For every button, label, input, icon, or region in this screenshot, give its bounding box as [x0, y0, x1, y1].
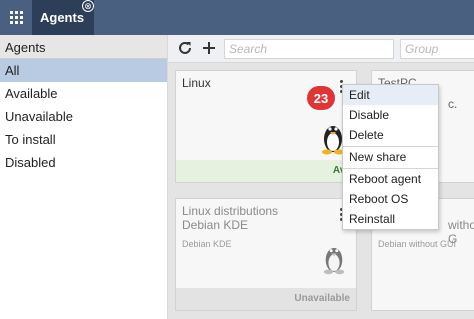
status-bar: Unavailable — [176, 288, 356, 310]
sidebar-item-unavailable[interactable]: Unavailable — [0, 105, 167, 128]
refresh-icon[interactable] — [176, 39, 194, 57]
menu-item-disable[interactable]: Disable — [343, 105, 438, 125]
linux-penguin-icon — [323, 247, 345, 275]
sidebar-header: Agents — [0, 35, 167, 59]
sidebar-item-disabled[interactable]: Disabled — [0, 151, 167, 174]
add-icon[interactable] — [200, 39, 218, 57]
menu-item-reboot-agent[interactable]: Reboot agent — [343, 169, 438, 189]
agent-card-title: Linux — [182, 76, 211, 90]
agents-sidebar: Agents All Available Unavailable To inst… — [0, 35, 168, 319]
menu-item-edit[interactable]: Edit — [343, 85, 438, 105]
menu-item-reinstall[interactable]: Reinstall — [343, 209, 438, 229]
sidebar-item-to-install[interactable]: To install — [0, 128, 167, 151]
agent-card-description: Debian KDE — [182, 239, 232, 249]
tab-close-icon[interactable]: ⊗ — [82, 0, 94, 12]
step-number-badge: 23 — [306, 85, 336, 111]
agent-context-menu: Edit Disable Delete New share Reboot age… — [342, 84, 439, 230]
sidebar-item-available[interactable]: Available — [0, 82, 167, 105]
toolbar: Search Group — [168, 35, 474, 63]
menu-item-reboot-os[interactable]: Reboot OS — [343, 189, 438, 209]
agent-card-subtitle: Debian KDE — [182, 218, 249, 232]
status-bar: Availa — [176, 160, 362, 182]
menu-item-new-share[interactable]: New share — [343, 147, 438, 167]
apps-grid-button[interactable] — [0, 0, 32, 35]
grid-icon — [9, 11, 23, 24]
group-input[interactable]: Group — [400, 39, 474, 59]
agent-card-linux-distributions[interactable]: Linux distributions Debian KDE Debian KD… — [175, 198, 357, 311]
agent-card-description: Debian without GUI — [378, 239, 457, 249]
status-label: Unavailable — [294, 293, 350, 304]
top-bar: Agents ⊗ — [0, 0, 474, 35]
sidebar-item-all[interactable]: All — [0, 59, 167, 82]
search-input[interactable]: Search — [224, 39, 394, 59]
menu-item-delete[interactable]: Delete — [343, 125, 438, 145]
tab-agents-label: Agents — [40, 10, 85, 25]
agent-card-title: Linux distributions — [182, 204, 279, 218]
agent-card-subtitle: c. — [448, 97, 458, 111]
